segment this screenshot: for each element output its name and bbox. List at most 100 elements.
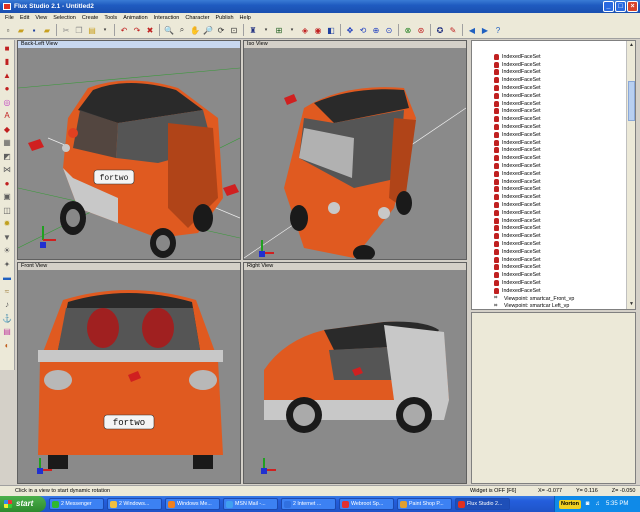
menu-animation[interactable]: Animation	[120, 15, 150, 21]
camera-icon[interactable]: ♜	[247, 24, 259, 36]
select-tool-icon[interactable]: ⊙	[383, 24, 395, 36]
menu-create[interactable]: Create	[79, 15, 102, 21]
viewpoint-icon[interactable]: ✦	[1, 258, 13, 270]
scene-graph-item[interactable]: IndexedFaceSet	[472, 92, 635, 100]
volume-tray-icon[interactable]: ♫	[594, 501, 601, 508]
maximize-button[interactable]: □	[615, 1, 626, 12]
paste-dropdown-icon[interactable]: ▾	[99, 24, 111, 36]
scene-graph-item[interactable]: IndexedFaceSet	[472, 201, 635, 209]
scene-graph-item[interactable]: IndexedFaceSet	[472, 108, 635, 116]
zoom-extents-icon[interactable]: ⌕	[176, 24, 188, 36]
viewport-right[interactable]: Right View	[243, 262, 467, 484]
scene-graph-item[interactable]: IndexedFaceSet	[472, 147, 635, 155]
help-icon[interactable]: ?	[492, 24, 504, 36]
menu-tools[interactable]: Tools	[101, 15, 120, 21]
viewport-iso[interactable]: Iso View	[243, 40, 467, 260]
start-button[interactable]: start	[0, 496, 46, 512]
viewport-layout-icon[interactable]: ⊞	[273, 24, 285, 36]
physics-icon[interactable]: ✪	[434, 24, 446, 36]
close-button[interactable]: ×	[627, 1, 638, 12]
text-primitive-icon[interactable]: A	[1, 110, 13, 122]
transform-icon[interactable]: ◫	[1, 204, 13, 216]
wireframe-icon[interactable]: ◧	[325, 24, 337, 36]
taskbar-item-internet[interactable]: 2 Internet ...	[281, 498, 336, 510]
scene-graph-item[interactable]: IndexedFaceSet	[472, 287, 635, 295]
x3d-icon[interactable]: ✎	[447, 24, 459, 36]
menu-character[interactable]: Character	[182, 15, 212, 21]
snap-icon[interactable]: ⊗	[402, 24, 414, 36]
undo-icon[interactable]: ↶	[118, 24, 130, 36]
scene-graph-item[interactable]: IndexedFaceSet	[472, 53, 635, 61]
scroll-up-icon[interactable]: ▲	[627, 41, 635, 50]
extrusion-icon[interactable]: ◆	[1, 123, 13, 135]
scene-graph-item[interactable]: IndexedFaceSet	[472, 139, 635, 147]
cone-primitive-icon[interactable]: ▲	[1, 69, 13, 81]
taskbar-item-messenger[interactable]: 2 Messenger	[49, 498, 104, 510]
scene-graph-item[interactable]: IndexedFaceSet	[472, 170, 635, 178]
delete-icon[interactable]: ✖	[144, 24, 156, 36]
anchor-icon[interactable]: ⚓	[1, 312, 13, 324]
minimize-button[interactable]: _	[603, 1, 614, 12]
scene-graph-item[interactable]: IndexedFaceSet	[472, 123, 635, 131]
viewport-back-left[interactable]: Back-Left View fortwo	[17, 40, 241, 260]
sphere-primitive-icon[interactable]: ●	[1, 83, 13, 95]
new-file-icon[interactable]: ▫	[2, 24, 14, 36]
scene-graph-item[interactable]: IndexedFaceSet	[472, 100, 635, 108]
sound-icon[interactable]: ♪	[1, 299, 13, 311]
taskbar-item-windows-media[interactable]: Windows Me...	[165, 498, 220, 510]
scene-graph-item[interactable]: IndexedFaceSet	[472, 264, 635, 272]
open-file-icon[interactable]: ▰	[15, 24, 27, 36]
scene-graph-item[interactable]: IndexedFaceSet	[472, 84, 635, 92]
pan-hand-icon[interactable]: ✋	[189, 24, 201, 36]
script-icon[interactable]: ▤	[1, 326, 13, 338]
spotlight-icon[interactable]: ▼	[1, 231, 13, 243]
scene-graph-viewpoint[interactable]: ⌗ Viewpoint: smartcar_Front_vp	[472, 295, 635, 303]
zoom-region-icon[interactable]: ⊡	[228, 24, 240, 36]
zoom-icon[interactable]: 🔎	[202, 24, 214, 36]
group-icon[interactable]: ▣	[1, 191, 13, 203]
norton-tray-button[interactable]: Norton	[559, 499, 582, 509]
scene-graph-item[interactable]: IndexedFaceSet	[472, 131, 635, 139]
scroll-thumb[interactable]	[628, 81, 635, 121]
scene-graph-item[interactable]: IndexedFaceSet	[472, 271, 635, 279]
scene-graph-item[interactable]: IndexedFaceSet	[472, 193, 635, 201]
save-icon[interactable]: ▪	[28, 24, 40, 36]
cylinder-primitive-icon[interactable]: ▮	[1, 56, 13, 68]
sensor-icon[interactable]: ◐	[1, 339, 13, 351]
fog-icon[interactable]: ≈	[1, 285, 13, 297]
scale-tool-icon[interactable]: ⊕	[370, 24, 382, 36]
forward-arrow-icon[interactable]: ▶	[479, 24, 491, 36]
cut-icon[interactable]: ✂	[60, 24, 72, 36]
move-tool-icon[interactable]: ✥	[344, 24, 356, 36]
scene-graph-item[interactable]: IndexedFaceSet	[472, 69, 635, 77]
scroll-down-icon[interactable]: ▼	[627, 300, 635, 309]
box-primitive-icon[interactable]: ■	[1, 42, 13, 54]
rotate-tool-icon[interactable]: ⟲	[357, 24, 369, 36]
taskbar-item-msn-mail[interactable]: MSN Mail -...	[223, 498, 278, 510]
background-icon[interactable]: ▬	[1, 272, 13, 284]
menu-edit[interactable]: Edit	[17, 15, 32, 21]
elevation-grid-icon[interactable]: ▦	[1, 137, 13, 149]
camera-dropdown-icon[interactable]: ▾	[260, 24, 272, 36]
scene-graph-item[interactable]: IndexedFaceSet	[472, 256, 635, 264]
taskbar-item-webroot[interactable]: Webroot Sp...	[339, 498, 394, 510]
scene-graph-item[interactable]: IndexedFaceSet	[472, 61, 635, 69]
menu-help[interactable]: Help	[237, 15, 254, 21]
scene-graph-viewpoint[interactable]: ⌗ Viewpoint: smartcar Left_vp	[472, 303, 635, 309]
import-icon[interactable]: ▰	[41, 24, 53, 36]
scene-graph-item[interactable]: IndexedFaceSet	[472, 154, 635, 162]
viewport-front[interactable]: Front View fortwo	[17, 262, 241, 484]
lineset-icon[interactable]: ⋈	[1, 164, 13, 176]
pointset-icon[interactable]: ●	[1, 177, 13, 189]
scene-graph-item[interactable]: IndexedFaceSet	[472, 225, 635, 233]
scene-graph-item[interactable]: IndexedFaceSet	[472, 240, 635, 248]
menu-publish[interactable]: Publish	[213, 15, 237, 21]
rotate-view-icon[interactable]: ⟳	[215, 24, 227, 36]
scene-graph-item[interactable]: IndexedFaceSet	[472, 217, 635, 225]
paste-icon[interactable]: ▤	[86, 24, 98, 36]
taskbar-item-windows[interactable]: 2 Windows...	[107, 498, 162, 510]
scene-graph-item[interactable]: IndexedFaceSet	[472, 209, 635, 217]
scene-graph-item[interactable]: IndexedFaceSet	[472, 248, 635, 256]
directional-light-icon[interactable]: ☀	[1, 245, 13, 257]
scene-graph-item[interactable]: IndexedFaceSet	[472, 162, 635, 170]
